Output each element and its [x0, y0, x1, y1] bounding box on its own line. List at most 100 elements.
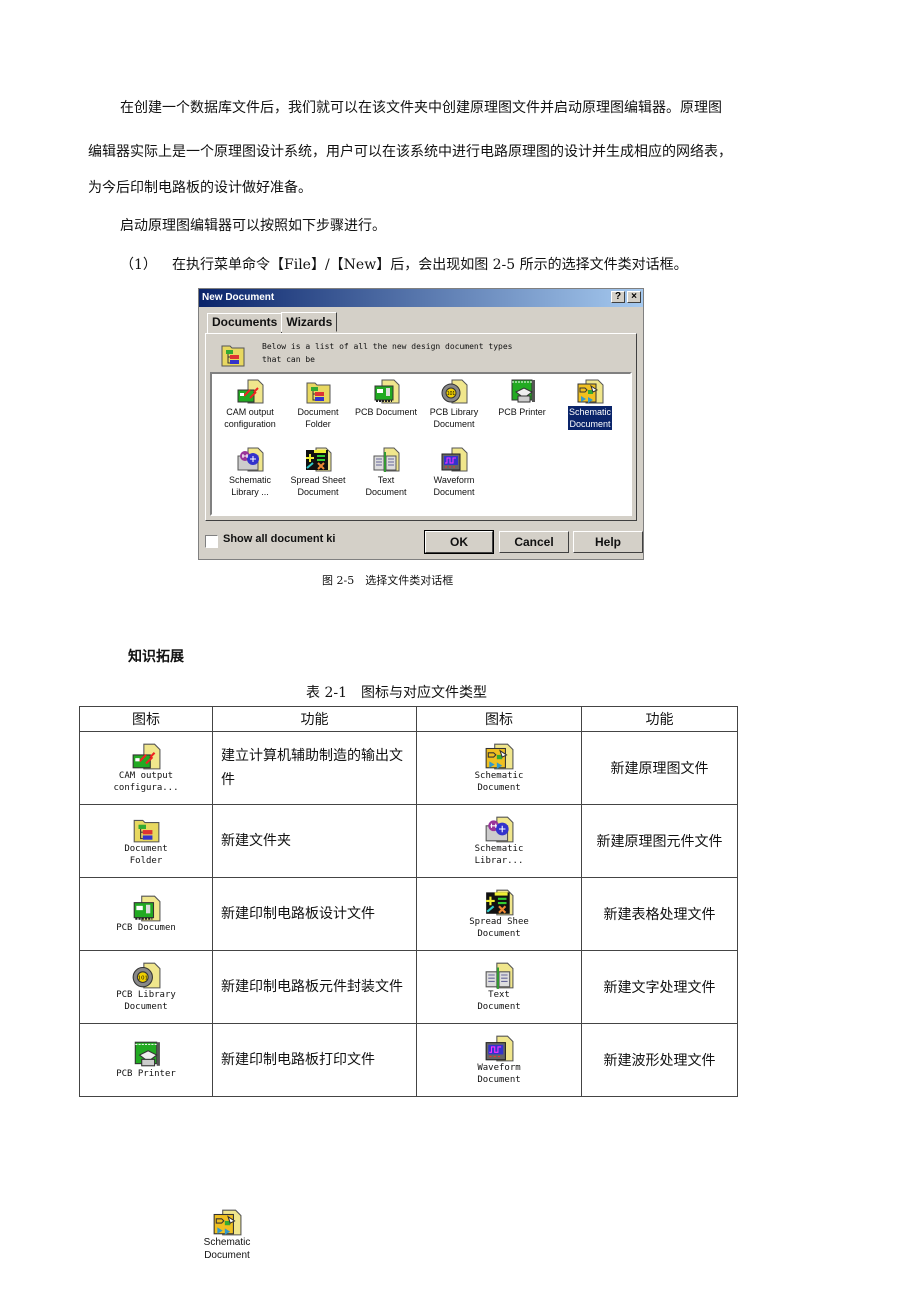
- dialog-title: New Document: [202, 292, 275, 303]
- schematic-document-icon: [485, 743, 514, 770]
- documents-tab-panel: Below is a list of all the new design do…: [205, 333, 637, 521]
- document-type-item[interactable]: Text Document: [352, 446, 420, 498]
- icon-label: Schematic Document: [474, 771, 524, 793]
- help-button[interactable]: Help: [573, 531, 643, 553]
- svg-text:101: 101: [138, 975, 148, 981]
- document-type-item[interactable]: CAM output configuration: [216, 378, 284, 430]
- pcb-printer-icon: [511, 379, 535, 403]
- table-row: PCB Documen 新建印制电路板设计文件 Spread Shee Docume…: [79, 877, 738, 951]
- document-type-item[interactable]: PCB Document: [352, 378, 420, 418]
- dialog-footer: Show all document ki OK Cancel Help: [203, 529, 643, 554]
- table-row: PCB Printer 新建印制电路板打印文件 Waveform Document 新…: [79, 1023, 738, 1097]
- document-folder-icon: [306, 382, 331, 404]
- svg-text:101: 101: [447, 391, 456, 397]
- document-type-label: CAM output configuration: [224, 407, 276, 429]
- icon-cell: CAM output configura...: [79, 731, 213, 805]
- standalone-schematic-icon: Schematic Document: [196, 1208, 258, 1262]
- pcb-library-icon: 101: [132, 962, 161, 989]
- cam-output-icon: [237, 379, 264, 404]
- document-type-list[interactable]: CAM output configuration Document Folder P…: [210, 372, 632, 516]
- icon-cell: Text Document: [416, 950, 582, 1024]
- document-type-label: Schematic Document: [566, 405, 614, 431]
- document-type-label: Document Folder: [297, 407, 339, 429]
- paragraph-intro-3: 为今后印制电路板的设计做好准备。: [88, 180, 312, 196]
- function-cell: 新建原理图文件: [581, 731, 738, 805]
- icon-cell: Schematic Librar...: [416, 804, 582, 878]
- icon-label: Schematic Librar...: [474, 844, 524, 866]
- document-type-label: Waveform Document: [433, 475, 475, 497]
- cancel-button[interactable]: Cancel: [499, 531, 569, 553]
- document-type-label: Text Document: [365, 475, 407, 497]
- table-row: 101 PCB Library Document 新建印制电路板元件封装文件 Text…: [79, 950, 738, 1024]
- icon-label: CAM output configura...: [113, 771, 179, 793]
- header-function-1: 功能: [212, 706, 417, 732]
- document-type-label: Schematic Library ...: [228, 475, 272, 497]
- icon-label: PCB Documen: [116, 923, 176, 933]
- document-folder-icon: [133, 819, 160, 843]
- document-type-item[interactable]: 101 PCB Library Document: [420, 378, 488, 430]
- waveform-icon: [485, 1035, 514, 1062]
- icon-cell: PCB Documen: [79, 877, 213, 951]
- document-type-label: Spread Sheet Document: [290, 475, 346, 497]
- icon-label: Document Folder: [124, 844, 168, 866]
- function-cell: 新建印制电路板打印文件: [212, 1023, 417, 1097]
- icon-cell: 101 PCB Library Document: [79, 950, 213, 1024]
- document-type-item[interactable]: Waveform Document: [420, 446, 488, 498]
- help-title-button[interactable]: ?: [611, 291, 625, 303]
- function-cell: 新建表格处理文件: [581, 877, 738, 951]
- function-cell: 新建印制电路板设计文件: [212, 877, 417, 951]
- schematic-document-icon: [213, 1209, 242, 1236]
- paragraph-intro-1: 在创建一个数据库文件后，我们就可以在该文件夹中创建原理图文件并启动原理图编辑器。…: [120, 100, 722, 116]
- section-heading: 知识拓展: [128, 649, 184, 665]
- spreadsheet-icon: [486, 889, 514, 916]
- icon-cell: Document Folder: [79, 804, 213, 878]
- table-row: Document Folder 新建文件夹 Schematic Librar... 新…: [79, 804, 738, 878]
- pcb-printer-icon: [134, 1041, 160, 1067]
- table-header-row: 图标 功能 图标 功能: [79, 706, 738, 732]
- show-all-label[interactable]: Show all document ki: [223, 533, 335, 545]
- tab-wizards[interactable]: Wizards: [281, 312, 338, 332]
- function-cell: 新建文件夹: [212, 804, 417, 878]
- dialog-titlebar[interactable]: New Document ? ×: [199, 289, 643, 307]
- document-type-label: PCB Printer: [498, 407, 546, 417]
- close-button[interactable]: ×: [627, 291, 641, 303]
- icon-cell: PCB Printer: [79, 1023, 213, 1097]
- header-icon-2: 图标: [416, 706, 582, 732]
- text-document-icon: [485, 962, 514, 989]
- header-icon-1: 图标: [79, 706, 213, 732]
- dialog-description: Below is a list of all the new design do…: [262, 342, 513, 364]
- text-document-icon: [373, 447, 400, 472]
- icon-cell: Spread Shee Document: [416, 877, 582, 951]
- document-type-item[interactable]: Spread Sheet Document: [284, 446, 352, 498]
- icon-label: PCB Printer: [116, 1069, 176, 1079]
- table-caption: 表 2-1 图标与对应文件类型: [306, 685, 487, 701]
- step-text: 在执行菜单命令【File】/【New】后，会出现如图 2-5 所示的选择文件类对…: [172, 257, 688, 273]
- icon-cell: Schematic Document: [416, 731, 582, 805]
- paragraph-intro-2: 编辑器实际上是一个原理图设计系统，用户可以在该系统中进行电路原理图的设计并生成相…: [88, 144, 732, 160]
- pcb-document-icon: [133, 895, 161, 922]
- show-all-checkbox[interactable]: [205, 535, 218, 548]
- function-cell: 新建原理图元件文件: [581, 804, 738, 878]
- spreadsheet-icon: [306, 447, 332, 472]
- document-folder-icon: [221, 345, 245, 367]
- document-type-item[interactable]: Document Folder: [284, 378, 352, 430]
- icon-label: Waveform Document: [477, 1063, 521, 1085]
- cam-output-icon: [132, 743, 161, 770]
- function-cell: 新建波形处理文件: [581, 1023, 738, 1097]
- pcb-document-icon: [374, 379, 400, 404]
- icon-label: Text Document: [477, 990, 521, 1012]
- new-document-dialog: New Document ? × Documents Wizards Below …: [198, 288, 644, 560]
- table-row: CAM output configura... 建立计算机辅助制造的输出文件 Sch…: [79, 731, 738, 805]
- function-cell: 新建文字处理文件: [581, 950, 738, 1024]
- ok-button[interactable]: OK: [424, 530, 494, 554]
- figure-caption: 图 2-5 选择文件类对话框: [322, 574, 454, 587]
- document-type-item[interactable]: Schematic Library ...: [216, 446, 284, 498]
- document-type-item[interactable]: PCB Printer: [488, 378, 556, 418]
- document-type-item[interactable]: Schematic Document: [556, 378, 624, 431]
- tab-documents[interactable]: Documents: [207, 313, 283, 334]
- icon-label: Spread Shee Document: [469, 917, 529, 939]
- paragraph-steps-intro: 启动原理图编辑器可以按照如下步骤进行。: [120, 218, 386, 234]
- icon-label: PCB Library Document: [116, 990, 176, 1012]
- function-cell: 建立计算机辅助制造的输出文件: [212, 731, 417, 805]
- icon-cell: Waveform Document: [416, 1023, 582, 1097]
